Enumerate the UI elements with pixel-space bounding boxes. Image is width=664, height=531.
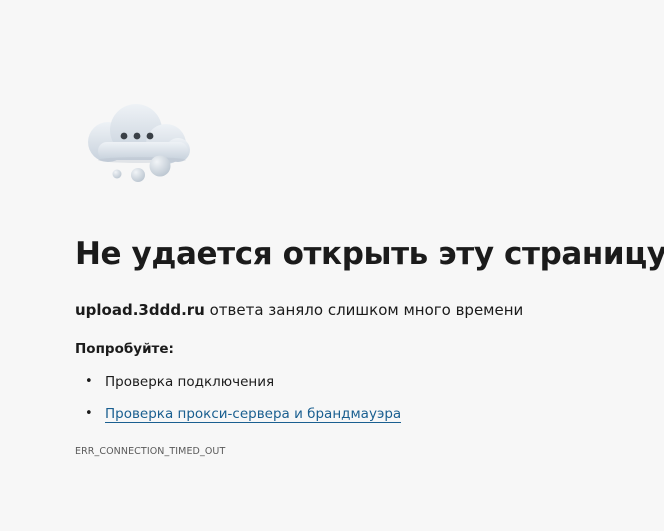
error-message: upload.3ddd.ru ответа заняло слишком мно… bbox=[75, 301, 523, 319]
error-host: upload.3ddd.ru bbox=[75, 301, 205, 319]
bullet: • bbox=[85, 374, 93, 389]
check-proxy-firewall-link[interactable]: Проверка прокси-сервера и брандмауэра bbox=[105, 406, 402, 423]
suggestions-list: • Проверка подключения • Проверка прокси… bbox=[75, 372, 402, 436]
suggestion-check-connection: • Проверка подключения bbox=[75, 372, 401, 404]
bullet: • bbox=[85, 406, 93, 421]
cloud-with-dots-icon bbox=[84, 100, 196, 190]
suggestion-label: Проверка подключения bbox=[105, 374, 275, 390]
try-label: Попробуйте: bbox=[75, 341, 174, 357]
error-page: Не удается открыть эту страницу upload.3… bbox=[0, 0, 664, 531]
suggestion-check-proxy-firewall: • Проверка прокси-сервера и брандмауэра bbox=[75, 404, 402, 436]
error-code: ERR_CONNECTION_TIMED_OUT bbox=[75, 446, 226, 457]
page-title: Не удается открыть эту страницу bbox=[75, 236, 664, 272]
error-description: ответа заняло слишком много времени bbox=[204, 301, 524, 319]
